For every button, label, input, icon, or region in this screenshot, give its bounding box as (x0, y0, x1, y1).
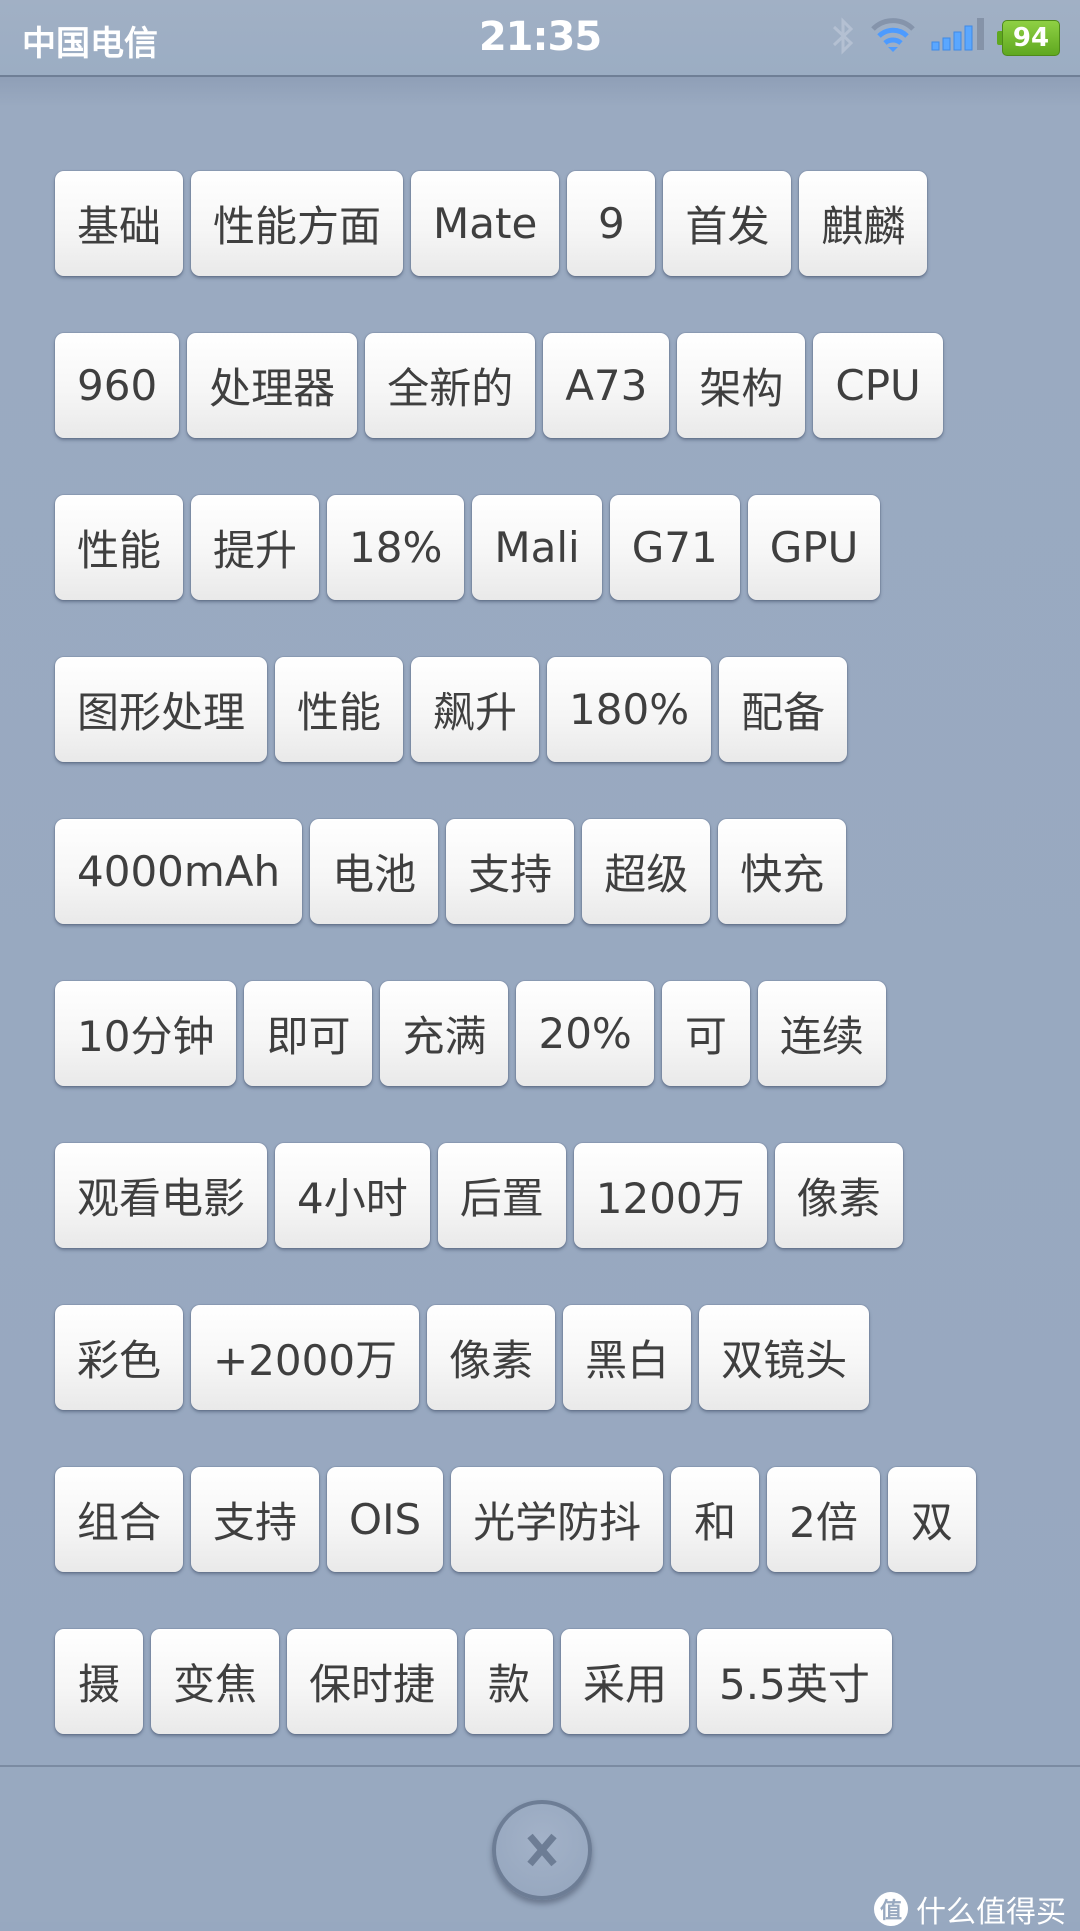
token-chip[interactable]: 双 (887, 1467, 976, 1572)
token-chip[interactable]: 电池 (310, 819, 439, 924)
token-chip[interactable]: 5.5英寸 (697, 1629, 892, 1734)
battery-indicator: 94 (997, 20, 1060, 56)
token-row: 基础 性能方面 Mate 9 首发 麒麟 (55, 171, 976, 278)
token-chip[interactable]: 款 (465, 1629, 554, 1734)
token-chip[interactable]: 像素 (427, 1305, 556, 1410)
token-rows: 基础 性能方面 Mate 9 首发 麒麟 960 处理器 全新的 A73 架构 CPU 性能 提升 18% M… (55, 171, 976, 1791)
token-chip[interactable]: 架构 (677, 333, 806, 438)
token-chip[interactable]: 处理器 (187, 333, 358, 438)
watermark-logo-icon: 值 (874, 1892, 908, 1926)
token-chip[interactable]: 图形处理 (55, 657, 268, 762)
wifi-icon (870, 16, 916, 60)
token-chip[interactable]: 2倍 (767, 1467, 880, 1572)
token-chip[interactable]: 充满 (380, 981, 509, 1086)
token-chip[interactable]: G71 (609, 495, 740, 600)
token-row: 10分钟 即可 充满 20% 可连续 (55, 981, 976, 1088)
token-chip[interactable]: 性能 (275, 657, 404, 762)
token-chip[interactable]: 提升 (191, 495, 320, 600)
token-chip[interactable]: 性能 (55, 495, 184, 600)
token-chip[interactable]: 摄 (55, 1629, 143, 1734)
token-chip[interactable]: 可 (661, 981, 750, 1086)
token-chip[interactable]: 采用 (561, 1629, 690, 1734)
token-row: 彩色 +2000万 像素 黑白 双镜头 (55, 1305, 976, 1412)
token-chip[interactable]: 配备 (719, 657, 848, 762)
token-chip[interactable]: 组合 (55, 1467, 184, 1572)
token-chip[interactable]: 1200万 (573, 1143, 767, 1248)
watermark-text: 什么值得买 (916, 1895, 1066, 1930)
token-chip[interactable]: 保时捷 (287, 1629, 458, 1734)
token-chip[interactable]: 支持 (191, 1467, 320, 1572)
close-icon (527, 1833, 557, 1867)
token-chip[interactable]: 4小时 (275, 1143, 430, 1248)
token-row: 图形处理 性能 飙升 180% 配备 (55, 657, 976, 764)
token-chip[interactable]: 快充 (718, 819, 847, 924)
token-row: 4000mAh 电池 支持 超级 快充 (55, 819, 976, 926)
token-chip[interactable]: 麒麟 (799, 171, 928, 276)
token-chip[interactable]: OIS (327, 1467, 444, 1572)
token-chip[interactable]: 全新的 (365, 333, 536, 438)
token-chip[interactable]: 基础 (55, 171, 184, 276)
watermark: 值 什么值得买 (874, 1887, 1066, 1931)
token-row: 性能 提升 18% Mali G71 GPU (55, 495, 976, 602)
token-chip[interactable]: 首发 (663, 171, 792, 276)
token-row: 摄变焦 保时捷款采用 5.5英寸 (55, 1629, 976, 1736)
token-chip[interactable]: 黑白 (563, 1305, 692, 1410)
token-chip[interactable]: 双镜头 (699, 1305, 870, 1410)
token-chip[interactable]: +2000万 (191, 1305, 420, 1410)
token-chip[interactable]: Mate (411, 171, 560, 276)
token-chip[interactable]: CPU (813, 333, 943, 438)
token-chip[interactable]: 9 (567, 171, 656, 276)
token-row: 组合 支持 OIS 光学防抖和 2倍双 (55, 1467, 976, 1574)
bottom-bar: 值 什么值得买 (0, 1765, 1080, 1930)
token-chip[interactable]: 像素 (774, 1143, 903, 1248)
status-icons: 94 (830, 16, 1060, 60)
token-chip[interactable]: 10分钟 (55, 981, 237, 1086)
token-chip[interactable]: 20% (516, 981, 654, 1086)
token-chip[interactable]: 后置 (437, 1143, 566, 1248)
token-chip[interactable]: Mali (472, 495, 602, 600)
close-button[interactable] (492, 1800, 592, 1900)
token-chip[interactable]: 超级 (582, 819, 711, 924)
token-chip[interactable]: 变焦 (151, 1629, 280, 1734)
token-chip[interactable]: 18% (327, 495, 465, 600)
token-chip[interactable]: A73 (543, 333, 670, 438)
token-row: 960 处理器 全新的 A73 架构 CPU (55, 333, 976, 440)
token-chip[interactable]: 4000mAh (55, 819, 303, 924)
status-bar: 中国电信 21:35 94 (0, 0, 1080, 77)
token-chip[interactable]: 支持 (446, 819, 575, 924)
token-chip[interactable]: GPU (747, 495, 881, 600)
signal-icon (930, 16, 988, 60)
token-chip[interactable]: 连续 (757, 981, 886, 1086)
token-chip[interactable]: 彩色 (55, 1305, 184, 1410)
token-chip[interactable]: 观看电影 (55, 1143, 268, 1248)
token-panel: 基础 性能方面 Mate 9 首发 麒麟 960 处理器 全新的 A73 架构 CPU 性能 提升 18% M… (0, 77, 1080, 1765)
token-chip[interactable]: 即可 (244, 981, 373, 1086)
token-chip[interactable]: 和 (671, 1467, 760, 1572)
token-chip[interactable]: 性能方面 (191, 171, 404, 276)
token-chip[interactable]: 180% (547, 657, 712, 762)
token-chip[interactable]: 飙升 (411, 657, 540, 762)
token-chip[interactable]: 光学防抖 (451, 1467, 664, 1572)
bluetooth-icon (830, 16, 856, 60)
token-chip[interactable]: 960 (55, 333, 180, 438)
token-row: 观看电影 4小时 后置 1200万 像素 (55, 1143, 976, 1250)
